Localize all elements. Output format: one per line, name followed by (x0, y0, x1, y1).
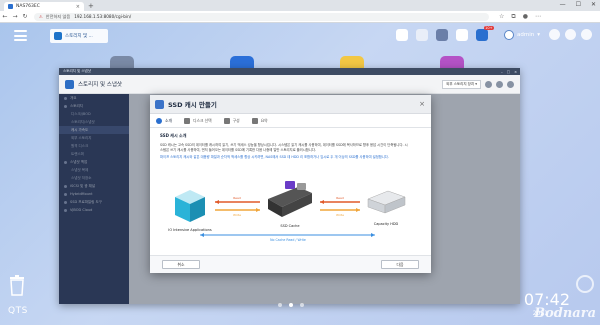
music-file-icon (285, 181, 295, 189)
browser-tab-title: NAS763EC (16, 4, 40, 9)
step-select-disks: 디스크 선택 (184, 117, 212, 124)
qts-topbar: 스토리지 및 ... 10+ admin ▾ (0, 23, 600, 49)
info-icon (156, 117, 162, 124)
browser-tabbar: NAS763EC × + — ☐ ✕ (0, 0, 600, 11)
nas-favicon-icon (8, 4, 13, 9)
window-titlebar: 스토리지 및 스냅샷 – □ × (59, 68, 520, 75)
write-label-left: Write (233, 213, 241, 217)
hdd-icon (367, 190, 406, 214)
page-dot[interactable] (300, 303, 304, 307)
settings-icon[interactable] (496, 80, 503, 88)
ssd-cache-icon (155, 99, 164, 109)
user-menu[interactable]: admin ▾ (504, 30, 540, 40)
wizard-steps: 소개 디스크 선택 구성 요약 (150, 114, 431, 128)
address-bar-row: ← → ↻ ⚠ 안전하지 않음 192.168.1.53:8080/cgi-bi… (0, 11, 600, 23)
taskbar-app-label: 스토리지 및 ... (65, 34, 93, 39)
options-icon[interactable] (549, 29, 560, 40)
summary-icon (251, 117, 258, 124)
maximize-app-icon[interactable]: □ (507, 70, 510, 74)
bypass-label: No Cache Read / Write (270, 238, 306, 242)
help-icon[interactable] (507, 80, 514, 88)
volume-icon[interactable] (416, 29, 428, 41)
intro-paragraph: SSD 캐시는 고속 SSD의 데이터를 캐시하여 읽기, 쓰기 액세스 성능을… (160, 143, 408, 152)
header-actions: 외부 스토리지 장치 ▾ (442, 79, 514, 89)
disk-icon (184, 117, 190, 124)
new-tab-button[interactable]: + (88, 2, 94, 10)
external-device-icon[interactable] (456, 29, 468, 41)
minimize-button[interactable]: — (560, 1, 566, 8)
menu-dots-icon[interactable]: ⋯ (535, 13, 541, 21)
config-icon (223, 117, 230, 124)
read-label-right: Read (336, 196, 344, 200)
ssd-cache-label: SSD Cache (280, 224, 299, 228)
window-controls: — ☐ ✕ (560, 1, 596, 8)
desktop-pager (278, 303, 304, 307)
cancel-button[interactable]: 취소 (162, 260, 200, 269)
window-titlebar-text: 스토리지 및 스냅샷 (63, 69, 91, 73)
avatar (504, 30, 514, 40)
minimize-app-icon[interactable]: – (501, 70, 503, 74)
notification-badge: 10+ (483, 26, 494, 30)
dialog-header: SSD 캐시 만들기 × (150, 95, 431, 114)
maximize-button[interactable]: ☐ (576, 1, 581, 8)
dialog-footer: 취소 다음 (150, 255, 431, 273)
page-dot-active[interactable] (289, 303, 293, 307)
close-window-button[interactable]: ✕ (591, 1, 596, 8)
step-summary: 요약 (251, 117, 268, 124)
background-task-icon[interactable] (436, 29, 448, 41)
event-notification-icon[interactable]: 10+ (476, 26, 494, 41)
storage-logo-icon (65, 79, 74, 89)
close-icon[interactable]: × (419, 100, 425, 108)
window-header: 스토리지 및 스냅샷 외부 스토리지 장치 ▾ (59, 75, 520, 94)
watermark: Bodnara (534, 306, 596, 321)
help-icon[interactable] (581, 29, 592, 40)
ssd-icon (268, 181, 312, 217)
io-applications-label: IO Intensive Applications (168, 228, 212, 232)
storage-app-icon (54, 32, 62, 40)
os-name: QTS (8, 306, 28, 316)
reload-icon[interactable]: ↻ (20, 13, 30, 20)
search-icon[interactable] (396, 29, 408, 41)
step-configure: 구성 (223, 117, 240, 124)
url-text: 192.168.1.53:8080/cgi-bin/ (74, 14, 132, 19)
read-label-left: Read (233, 196, 241, 200)
refresh-icon[interactable] (485, 80, 492, 88)
window-header-title: 스토리지 및 스냅샷 (78, 82, 122, 88)
warning-icon: ⚠ (39, 14, 43, 19)
taskbar-app-storage[interactable]: 스토리지 및 ... (50, 29, 108, 43)
browser-toolbar: ☆ ⧉ ● ⋯ (499, 13, 541, 21)
dashboard-icon[interactable] (565, 29, 576, 40)
back-icon[interactable]: ← (0, 13, 10, 20)
step-intro: 소개 (156, 117, 172, 124)
close-app-icon[interactable]: × (514, 70, 517, 74)
close-tab-icon[interactable]: × (76, 4, 80, 10)
io-applications-icon (175, 190, 205, 222)
user-name: admin (517, 32, 535, 38)
topbar-right-icons (549, 29, 592, 40)
topbar-icons: 10+ (396, 26, 494, 41)
profile-icon[interactable]: ● (523, 13, 528, 21)
section-title: SSD 캐시 소개 (160, 133, 187, 138)
write-label-right: Write (336, 213, 344, 217)
tip-paragraph: 파이프 스토리지 캐시와 같은 대용량 파일과 순차적 액세스를 향상 시키려면… (160, 155, 389, 160)
chevron-down-icon: ▾ (537, 32, 540, 38)
window-controls-app: – □ × (501, 70, 517, 74)
page-dot[interactable] (278, 303, 282, 307)
address-input[interactable]: ⚠ 안전하지 않음 192.168.1.53:8080/cgi-bin/ (34, 12, 489, 21)
forward-icon[interactable]: → (10, 13, 20, 20)
trash-icon[interactable] (8, 274, 26, 296)
capacity-hdd-label: Capacity HDD (374, 222, 399, 226)
ssd-cache-diagram: IO Intensive Applications Read Write SSD… (168, 181, 406, 242)
main-menu-icon[interactable] (14, 30, 27, 41)
widget-icon[interactable] (576, 275, 594, 293)
dialog-body: SSD 캐시 소개 SSD 캐시는 고속 SSD의 데이터를 캐시하여 읽기, … (150, 128, 431, 160)
extensions-icon[interactable]: ⧉ (511, 13, 515, 21)
browser-tab[interactable]: NAS763EC × (4, 2, 84, 11)
photo-file-icon (297, 183, 306, 190)
next-button[interactable]: 다음 (381, 260, 419, 269)
dialog-title: SSD 캐시 만들기 (168, 101, 217, 109)
insecure-label: 안전하지 않음 (45, 13, 71, 19)
external-storage-select[interactable]: 외부 스토리지 장치 ▾ (442, 79, 481, 89)
star-icon[interactable]: ☆ (499, 13, 504, 21)
